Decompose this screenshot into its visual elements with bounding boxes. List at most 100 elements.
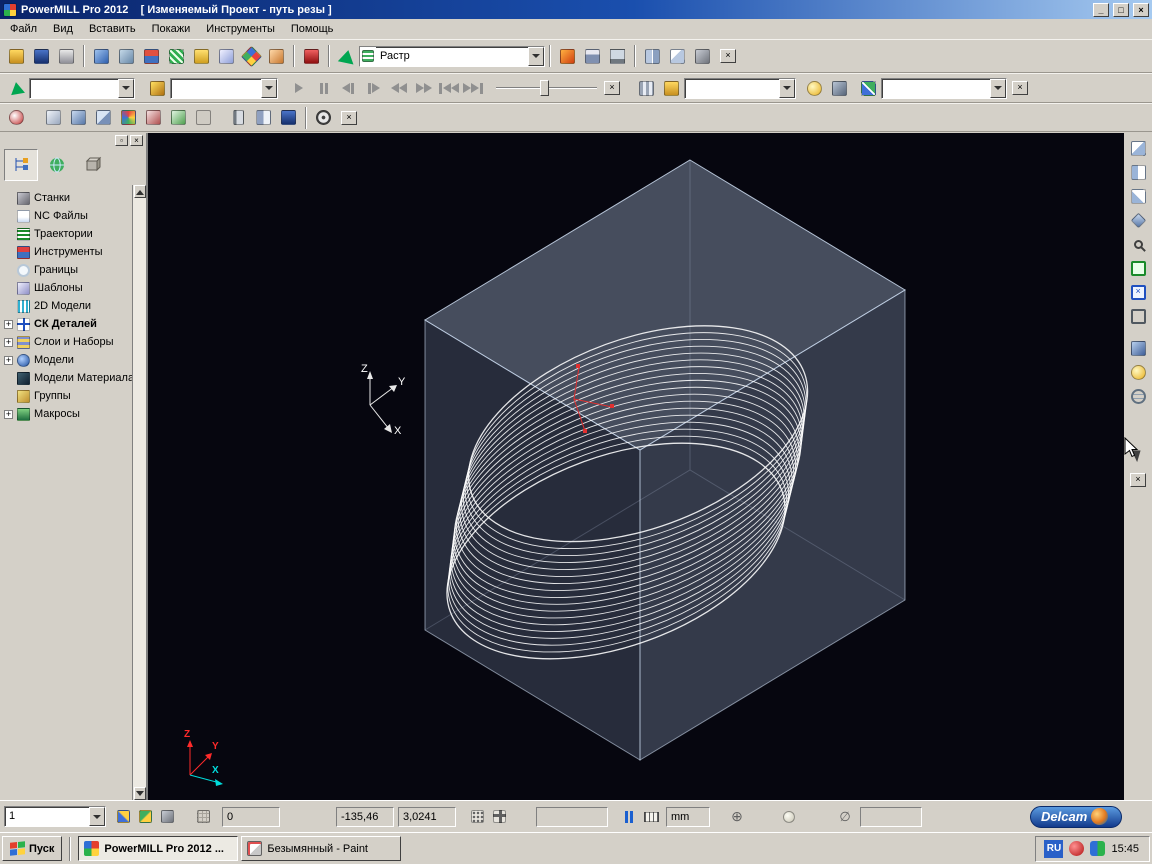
zoom-to-fit-button[interactable] [1126,257,1150,280]
tree-item-workplanes[interactable]: + СК Деталей [4,315,144,333]
simulation-icon-button[interactable] [4,76,29,100]
pause-indicator-icon[interactable] [618,807,640,827]
viewmill-button[interactable] [634,76,659,100]
tool-button[interactable] [139,44,164,68]
zoom-box-button[interactable]: × [1126,281,1150,304]
crosshair-icon[interactable]: ⊕ [726,807,748,827]
machine-toolbar-close-button[interactable]: × [1012,81,1028,95]
open-project-button[interactable] [4,44,29,68]
viewmill-exit-button[interactable] [4,106,29,130]
maximize-button[interactable]: □ [1113,3,1129,17]
language-indicator[interactable]: RU [1044,840,1063,858]
grid-icon[interactable] [192,807,214,827]
task-paint[interactable]: Безымянный - Paint [241,836,401,861]
slider-thumb[interactable] [540,80,549,96]
rewind-button[interactable] [386,76,411,100]
snapshot-save-button[interactable] [276,106,301,130]
zoom-button[interactable] [1126,233,1150,256]
tree-item-nc-files[interactable]: NC Файлы [4,207,144,225]
tree-item-tools[interactable]: Инструменты [4,243,144,261]
shaded-block-button[interactable] [1126,337,1150,360]
step-back-button[interactable] [336,76,361,100]
strategy-combo[interactable]: Растр [359,46,545,67]
task-powermill[interactable]: PowerMILL Pro 2012 ... [78,836,238,861]
axis-position-button[interactable] [856,76,881,100]
shaded-view-button[interactable] [66,106,91,130]
view-toolbar-close-button[interactable]: × [341,111,357,125]
delcam-exchange-button[interactable] [334,44,359,68]
gouge-view-button[interactable] [141,106,166,130]
play-button[interactable] [286,76,311,100]
expand-icon[interactable]: + [4,338,13,347]
status-lamp-icon[interactable] [778,807,800,827]
monitor-button[interactable] [605,44,630,68]
menu-file[interactable]: Файл [2,21,45,37]
lamp-button[interactable] [1126,361,1150,384]
tree-item-macros[interactable]: + Макросы [4,405,144,423]
tool-combo[interactable] [170,78,278,99]
tree-item-2d-models[interactable]: 2D Модели [4,297,144,315]
ruler-icon[interactable] [640,807,662,827]
machine-sim-button[interactable] [827,76,852,100]
scroll-down-icon[interactable] [134,787,146,800]
expand-icon[interactable]: + [4,356,13,365]
pause-button[interactable] [311,76,336,100]
model-button[interactable] [89,44,114,68]
go-to-end-button[interactable] [461,76,486,100]
expand-icon[interactable]: + [4,410,13,419]
simulation-toolpath-dropdown[interactable] [118,79,134,98]
feature-button[interactable] [239,44,264,68]
simulation-speed-slider[interactable] [494,78,599,98]
toolbar-manager-button[interactable] [555,44,580,68]
start-button[interactable]: Пуск [2,836,62,861]
block-button[interactable] [114,44,139,68]
pattern-button[interactable] [214,44,239,68]
view-front-button[interactable] [1126,161,1150,184]
nc-program-button[interactable] [189,44,214,68]
simulation-toolbar-close-button[interactable]: × [604,81,620,95]
menu-insert[interactable]: Вставить [81,21,144,37]
tab-web[interactable] [40,149,74,181]
snap-grid-icon[interactable] [466,807,488,827]
view-iso-button[interactable] [1126,209,1150,232]
thickness-view-button[interactable] [166,106,191,130]
main-toolbar-close-button[interactable]: × [720,49,736,63]
explorer-close-button[interactable]: × [130,135,143,146]
menu-tools[interactable]: Инструменты [198,21,283,37]
window-tile-button[interactable] [640,44,665,68]
calculator-button[interactable] [580,44,605,68]
workplane-combo-dropdown[interactable] [89,807,105,826]
tree-item-boundaries[interactable]: Границы [4,261,144,279]
menu-view[interactable]: Вид [45,21,81,37]
print-button[interactable] [54,44,79,68]
tree-item-patterns[interactable]: Шаблоны [4,279,144,297]
explorer-float-button[interactable]: ▫ [115,135,128,146]
rainbow-view-button[interactable] [116,106,141,130]
shading-lamp-button[interactable] [802,76,827,100]
nc-position-combo[interactable] [881,78,1007,99]
drill-button[interactable] [299,44,324,68]
tree-item-stock-models[interactable]: Модели Материала [4,369,144,387]
move-cursor-icon[interactable] [488,807,510,827]
workplane-world-icon[interactable] [134,807,156,827]
machine-tool-dropdown[interactable] [779,79,795,98]
globe-wire-button[interactable] [1126,385,1150,408]
open-machine-button[interactable] [659,76,684,100]
go-to-start-button[interactable] [436,76,461,100]
save-project-button[interactable] [29,44,54,68]
tree-item-machines[interactable]: Станки [4,189,144,207]
step-forward-button[interactable] [361,76,386,100]
workplane-combo[interactable]: 1 [4,806,106,827]
minimize-button[interactable]: _ [1093,3,1109,17]
explorer-scrollbar[interactable] [132,185,146,800]
strategy-combo-dropdown[interactable] [528,47,544,66]
tree-item-toolpaths[interactable]: Траектории [4,225,144,243]
view-side-button[interactable] [1126,185,1150,208]
target-button[interactable] [311,106,336,130]
clip-plane-button[interactable] [226,106,251,130]
fast-forward-button[interactable] [411,76,436,100]
antivirus-tray-icon[interactable] [1069,841,1084,856]
tab-help[interactable] [76,149,110,181]
viewport-3d[interactable]: Z Y X [148,133,1124,800]
tool-combo-dropdown[interactable] [261,79,277,98]
